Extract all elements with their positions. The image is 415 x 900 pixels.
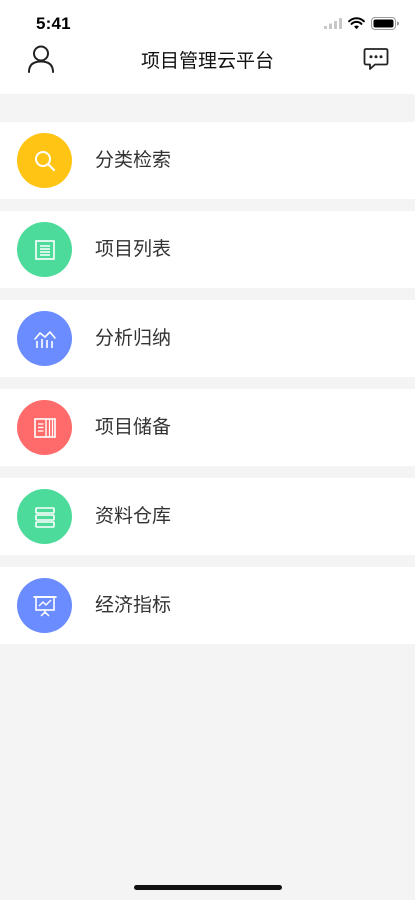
- menu-item-label: 项目储备: [95, 416, 172, 438]
- status-icons: [324, 14, 399, 32]
- navigation-bar: 项目管理云平台: [0, 44, 415, 94]
- menu-icon-circle: [17, 311, 72, 366]
- menu-item-label: 资料仓库: [95, 505, 172, 527]
- book-icon: [33, 417, 56, 438]
- menu-item-project-reserve[interactable]: 项目储备: [0, 389, 415, 466]
- menu-item-category-search[interactable]: 分类检索: [0, 122, 415, 199]
- menu-item-label: 项目列表: [95, 238, 172, 260]
- menu-icon-circle: [17, 578, 72, 633]
- menu-item-project-list[interactable]: 项目列表: [0, 211, 415, 288]
- menu-item-label: 经济指标: [95, 594, 172, 616]
- presentation-icon: [32, 595, 57, 617]
- messages-button[interactable]: [363, 46, 389, 72]
- menu-item-data-warehouse[interactable]: 资料仓库: [0, 478, 415, 555]
- analysis-chart-icon: [33, 330, 56, 348]
- menu-icon-circle: [17, 133, 72, 188]
- menu-item-label: 分析归纳: [95, 327, 172, 349]
- message-icon: [363, 48, 389, 70]
- storage-icon: [34, 506, 55, 528]
- page-title: 项目管理云平台: [140, 50, 274, 72]
- list-icon: [34, 239, 55, 260]
- menu-item-analysis[interactable]: 分析归纳: [0, 300, 415, 377]
- status-time: 5:41: [36, 14, 71, 33]
- status-bar: 5:41: [0, 0, 415, 44]
- main-menu: 分类检索 项目列表 分析归纳 项目储备 资料仓库 经济指标: [0, 122, 415, 656]
- menu-icon-circle: [17, 222, 72, 277]
- menu-icon-circle: [17, 400, 72, 455]
- menu-icon-circle: [17, 489, 72, 544]
- home-indicator[interactable]: [134, 885, 282, 890]
- battery-icon: [371, 16, 399, 30]
- menu-item-label: 分类检索: [95, 149, 172, 171]
- wifi-icon: [348, 16, 365, 29]
- menu-item-economic-indicators[interactable]: 经济指标: [0, 567, 415, 644]
- signal-icon: [324, 18, 342, 29]
- search-icon: [34, 150, 55, 171]
